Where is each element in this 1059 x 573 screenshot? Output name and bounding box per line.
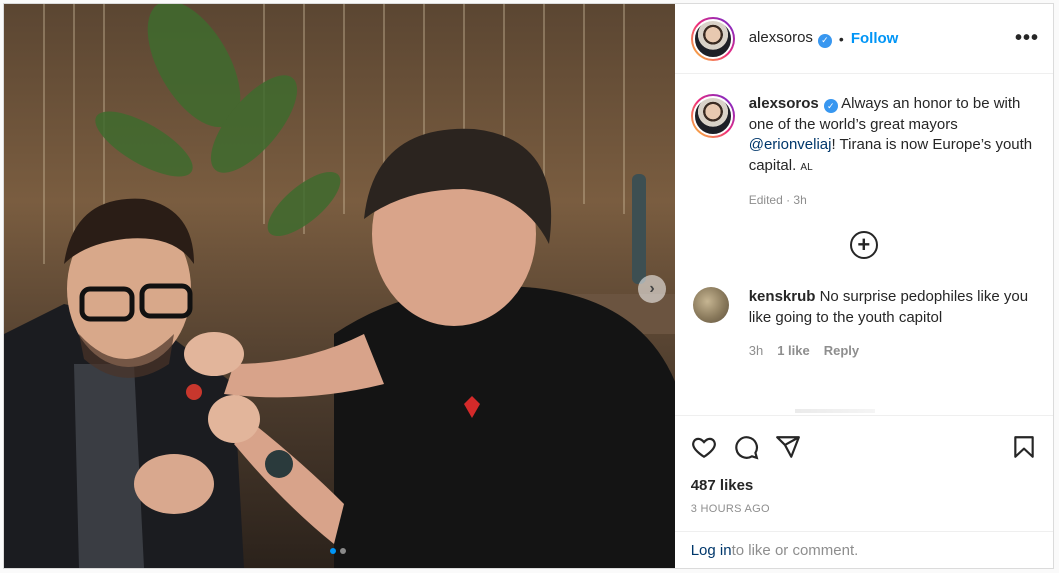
caption-meta: Edited · 3h xyxy=(748,193,807,207)
caption-username[interactable]: alexsoros xyxy=(749,95,819,112)
chevron-right-icon: › xyxy=(649,280,655,297)
post-timestamp: 3 HOURS AGO xyxy=(690,503,770,515)
caption-mention-link[interactable]: @erionveliaj xyxy=(749,136,832,153)
comments-section: alexsoros ✓ Always an honor to be with on… xyxy=(675,74,1053,415)
comment-icon[interactable] xyxy=(733,434,759,460)
post-header: alexsoros ✓ • Follow ••• xyxy=(674,4,1053,74)
reply-button[interactable]: Reply xyxy=(824,343,859,358)
comment-likes-button[interactable]: 1 like xyxy=(777,343,810,358)
verified-badge-icon: ✓ xyxy=(817,33,832,48)
bookmark-icon[interactable] xyxy=(1011,434,1037,460)
comment-time: 3h xyxy=(748,343,764,358)
header-username[interactable]: alexsoros ✓ xyxy=(749,29,832,48)
carousel-indicator xyxy=(330,548,346,554)
action-bar xyxy=(674,415,1053,477)
likes-count[interactable]: 487 likes xyxy=(675,477,1053,497)
profile-avatar[interactable] xyxy=(690,16,735,61)
post-dialog: › alexsoros ✓ • Follow ••• alexsoros ✓ A… xyxy=(3,3,1054,569)
post-caption: alexsoros ✓ Always an honor to be with on… xyxy=(690,94,1037,178)
username-text[interactable]: alexsoros xyxy=(749,29,813,46)
login-text: to like or comment. xyxy=(731,541,859,559)
avatar-image xyxy=(692,18,733,59)
carousel-dot-1 xyxy=(330,548,336,554)
verified-badge-icon: ✓ xyxy=(823,99,838,114)
flag-text: AL xyxy=(800,161,813,173)
post-side-panel: alexsoros ✓ • Follow ••• alexsoros ✓ Alway… xyxy=(674,4,1053,568)
header-separator: • xyxy=(838,30,844,47)
more-horizontal-icon[interactable]: ••• xyxy=(1015,27,1039,50)
caption-text: alexsoros ✓ Always an honor to be with on… xyxy=(749,94,1034,178)
carousel-next-button[interactable]: › xyxy=(638,275,666,303)
share-icon[interactable] xyxy=(775,434,801,460)
login-link[interactable]: Log in xyxy=(691,542,732,559)
comment-text: kenskrub No surprise pedophiles like you… xyxy=(749,287,1034,328)
carousel-dot-2 xyxy=(340,548,346,554)
caption-avatar[interactable] xyxy=(690,94,735,138)
heart-icon[interactable] xyxy=(691,434,717,460)
photo-illustration xyxy=(4,4,675,568)
plus-circle-icon[interactable]: + xyxy=(849,231,878,259)
login-prompt: Log in to like or comment. xyxy=(674,531,1053,568)
post-photo[interactable]: › xyxy=(4,4,675,568)
comment-avatar[interactable] xyxy=(692,287,729,323)
follow-button[interactable]: Follow xyxy=(851,30,899,47)
comment-item: kenskrub No surprise pedophiles like you… xyxy=(691,287,1037,328)
comment-meta: 3h 1 like Reply xyxy=(749,343,1037,358)
avatar-image xyxy=(692,96,733,136)
clipped-comment-edge xyxy=(794,409,875,413)
comment-username[interactable]: kenskrub xyxy=(749,288,816,305)
